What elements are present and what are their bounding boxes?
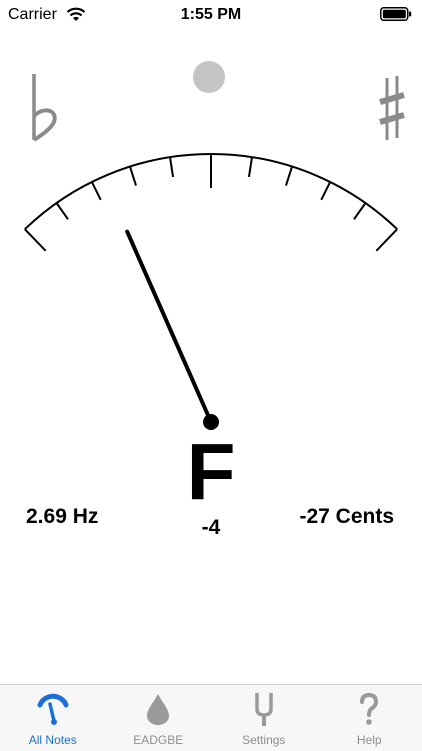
gauge-tick (170, 157, 173, 177)
tab-label: All Notes (0, 733, 106, 747)
tuner-needle (127, 232, 211, 422)
tuner-gauge (0, 140, 422, 440)
gauge-ticks (25, 154, 397, 251)
tab-label: Help (317, 733, 422, 747)
gauge-tick (249, 157, 252, 177)
gauge-tick (354, 203, 366, 219)
flat-icon (30, 72, 60, 144)
gauge-icon (35, 691, 71, 727)
battery-icon (380, 7, 412, 21)
gauge-tick (286, 167, 292, 186)
tab-eadgbe[interactable]: EADGBE (106, 685, 212, 751)
drop-icon (140, 691, 176, 727)
tuning-fork-icon (246, 691, 282, 727)
tab-settings[interactable]: Settings (211, 685, 317, 751)
question-icon (351, 691, 387, 727)
in-tune-indicator (193, 61, 225, 93)
tab-all-notes[interactable]: All Notes (0, 685, 106, 751)
gauge-tick (92, 182, 101, 200)
tab-label: Settings (211, 733, 317, 747)
frequency-readout: 2.69 Hz (26, 505, 98, 529)
sharp-icon (378, 76, 406, 142)
gauge-tick (25, 229, 46, 251)
status-time: 1:55 PM (0, 6, 422, 24)
tab-bar: All Notes EADGBE Settings Help (0, 684, 422, 751)
status-bar: Carrier 1:55 PM (0, 0, 422, 30)
note-name: F (0, 432, 422, 512)
gauge-tick (130, 167, 136, 186)
tab-label: EADGBE (106, 733, 212, 747)
gauge-tick (376, 229, 397, 251)
gauge-tick (321, 182, 330, 200)
gauge-tick (57, 203, 69, 219)
cents-readout: -27 Cents (299, 505, 394, 529)
tab-help[interactable]: Help (317, 685, 422, 751)
